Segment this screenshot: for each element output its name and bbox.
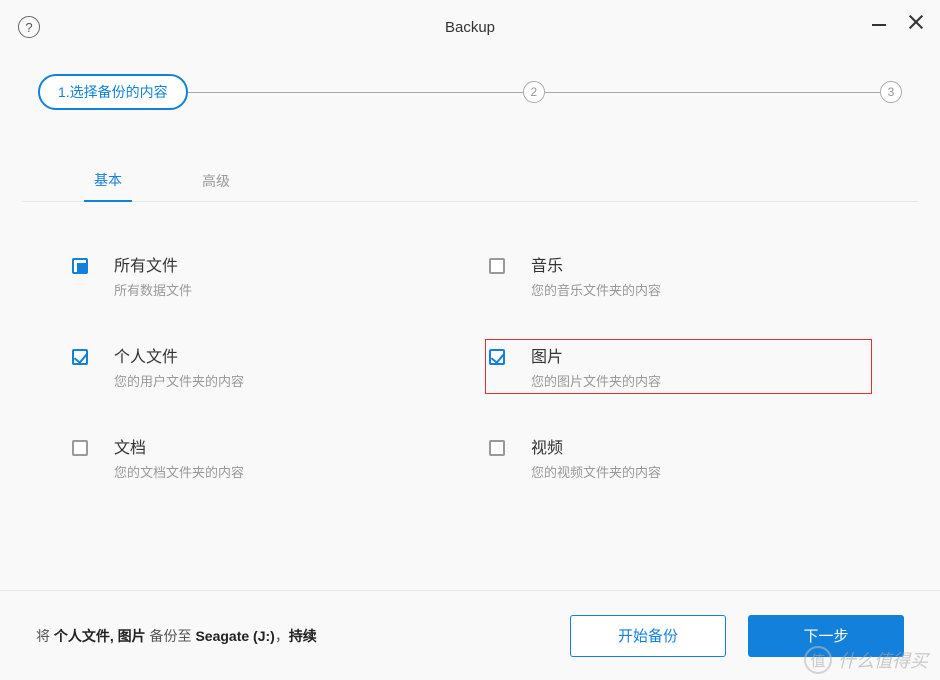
checkbox-all-files[interactable]: [72, 258, 88, 274]
minimize-icon[interactable]: [872, 14, 888, 30]
option-desc: 所有数据文件: [114, 280, 192, 299]
option-pictures[interactable]: 图片 您的图片文件夹的内容: [485, 339, 872, 394]
checkbox-videos[interactable]: [489, 440, 505, 456]
option-title: 视频: [531, 434, 661, 458]
option-desc: 您的文档文件夹的内容: [114, 462, 244, 481]
progress-stepper: 1.选择备份的内容 2 3: [0, 54, 940, 116]
tab-advanced[interactable]: 高级: [192, 171, 240, 201]
option-desc: 您的用户文件夹的内容: [114, 371, 244, 390]
tab-basic[interactable]: 基本: [84, 170, 132, 202]
option-desc: 您的图片文件夹的内容: [531, 371, 661, 390]
option-desc: 您的视频文件夹的内容: [531, 462, 661, 481]
checkbox-pictures[interactable]: [489, 349, 505, 365]
step-1-chip: 1.选择备份的内容: [38, 74, 188, 110]
start-backup-button[interactable]: 开始备份: [570, 615, 726, 657]
summary-text: 将 个人文件, 图片 备份至 Seagate (J:)，持续: [36, 626, 317, 646]
option-documents[interactable]: 文档 您的文档文件夹的内容: [68, 430, 455, 485]
checkbox-personal-files[interactable]: [72, 349, 88, 365]
next-step-button[interactable]: 下一步: [748, 615, 904, 657]
step-2-circle: 2: [523, 81, 545, 103]
stepper-line: [545, 92, 880, 93]
step-3-circle: 3: [880, 81, 902, 103]
option-title: 所有文件: [114, 252, 192, 276]
checkbox-music[interactable]: [489, 258, 505, 274]
close-icon[interactable]: [908, 14, 924, 30]
help-icon[interactable]: ?: [18, 16, 40, 38]
stepper-line: [188, 92, 523, 93]
option-title: 音乐: [531, 252, 661, 276]
option-title: 文档: [114, 434, 244, 458]
option-music[interactable]: 音乐 您的音乐文件夹的内容: [485, 248, 872, 303]
option-all-files[interactable]: 所有文件 所有数据文件: [68, 248, 455, 303]
option-desc: 您的音乐文件夹的内容: [531, 280, 661, 299]
option-title: 图片: [531, 343, 661, 367]
option-title: 个人文件: [114, 343, 244, 367]
option-videos[interactable]: 视频 您的视频文件夹的内容: [485, 430, 872, 485]
window-title: Backup: [445, 19, 495, 36]
option-personal-files[interactable]: 个人文件 您的用户文件夹的内容: [68, 339, 455, 394]
checkbox-documents[interactable]: [72, 440, 88, 456]
